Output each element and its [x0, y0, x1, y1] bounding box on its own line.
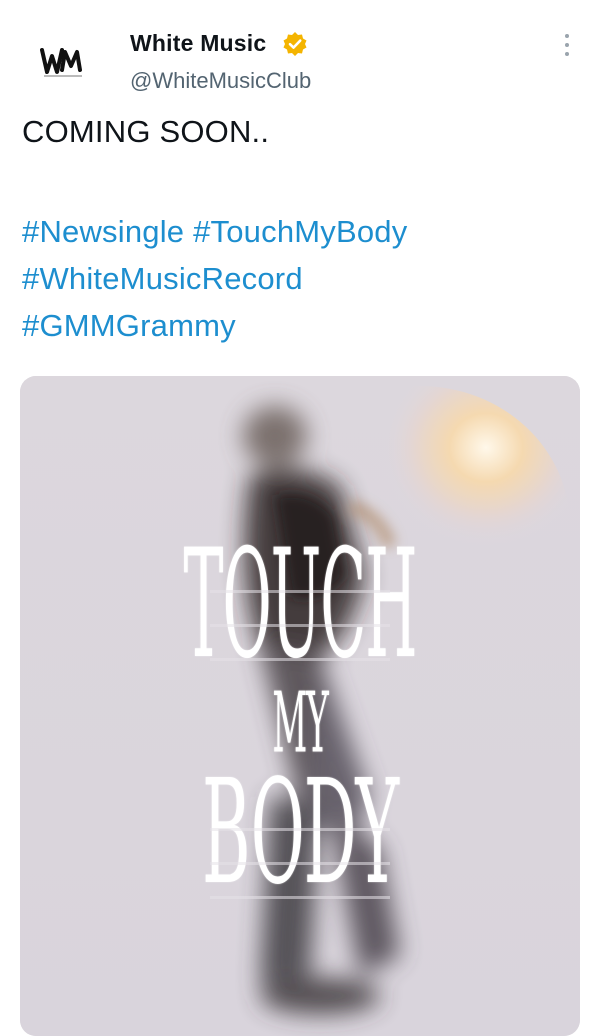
hashtag-touchmybody[interactable]: #TouchMyBody [193, 214, 407, 249]
glitch-slice [210, 658, 390, 661]
poster-title-line: BODY [202, 750, 399, 917]
glitch-slice [210, 896, 390, 899]
hashtag-gmmgrammy[interactable]: #GMMGrammy [22, 308, 236, 343]
verified-badge-icon [282, 31, 308, 57]
avatar[interactable] [22, 22, 106, 106]
more-vertical-icon[interactable] [552, 30, 582, 60]
account-handle[interactable]: @WhiteMusicClub [130, 68, 311, 94]
hashtag-newsingle[interactable]: #Newsingle [22, 214, 184, 249]
glitch-slice [210, 862, 390, 865]
glitch-slice [210, 590, 390, 593]
glitch-slice [210, 624, 390, 627]
hashtag-whitemusicrecord[interactable]: #WhiteMusicRecord [22, 261, 303, 296]
white-music-logo [22, 22, 106, 106]
tweet: White Music @WhiteMusicClub COMING SOON.… [0, 0, 600, 1036]
glitch-slice [210, 828, 390, 831]
hashtag-list: #Newsingle #TouchMyBody #WhiteMusicRecor… [22, 208, 407, 349]
display-name[interactable]: White Music [130, 30, 266, 57]
tweet-media-image[interactable]: TOUCH MY BODY [20, 376, 580, 1036]
tweet-text: COMING SOON.. [22, 114, 270, 149]
